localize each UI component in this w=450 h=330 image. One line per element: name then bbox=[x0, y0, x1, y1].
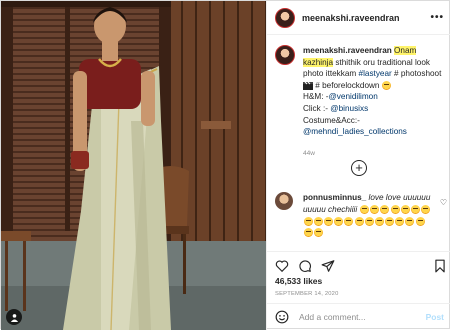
emoji-icon bbox=[323, 216, 333, 226]
emoji-icon bbox=[374, 216, 384, 226]
emoji-icon bbox=[385, 216, 395, 226]
emoji-icon bbox=[421, 204, 431, 214]
emoji-icon bbox=[303, 216, 313, 226]
caption-timestamp[interactable]: 44w bbox=[303, 148, 447, 160]
mention-venidilimon[interactable]: @venidilimon bbox=[328, 92, 377, 101]
hm-label: H&M: - bbox=[303, 92, 329, 102]
emoji-icon bbox=[410, 204, 420, 214]
share-icon[interactable] bbox=[321, 259, 335, 273]
comment-input[interactable]: Add a comment... bbox=[299, 312, 419, 322]
caption-text-3: # beforelockdown bbox=[315, 80, 380, 90]
author-avatar[interactable] bbox=[275, 7, 295, 28]
caption-avatar[interactable] bbox=[275, 45, 295, 65]
more-dots-icon[interactable]: ••• bbox=[430, 12, 444, 23]
clapperboard-icon bbox=[303, 81, 313, 90]
heart-icon[interactable] bbox=[275, 259, 289, 273]
mention-mehndi[interactable]: @mehndi_ladies_collections bbox=[303, 127, 407, 136]
emoji-icon bbox=[344, 216, 354, 226]
comment-body: ponnusminnus_ love love uuuuuuuuuuu chec… bbox=[303, 192, 431, 238]
post-photo[interactable] bbox=[1, 1, 266, 330]
bookmark-icon[interactable] bbox=[433, 259, 447, 273]
user-tag-icon[interactable] bbox=[6, 309, 22, 325]
caption-text-2: # photoshoot bbox=[391, 69, 442, 79]
comment-icon[interactable] bbox=[298, 259, 312, 273]
comment-like-heart-icon[interactable]: ♡ bbox=[440, 198, 447, 207]
caption-username[interactable]: meenakshi.raveendran bbox=[303, 46, 392, 55]
emoji-icon bbox=[364, 216, 374, 226]
post-side-panel: meenakshi.raveendran ••• meenakshi.ravee… bbox=[266, 1, 450, 330]
emoji-icon bbox=[303, 228, 313, 238]
commenter-username[interactable]: ponnusminnus_ bbox=[303, 193, 366, 202]
post-header: meenakshi.raveendran ••• bbox=[267, 1, 450, 35]
plus-circle-icon[interactable]: + bbox=[351, 160, 367, 176]
hashtag-lastyear[interactable]: #lastyear bbox=[359, 69, 392, 78]
emoji-icon bbox=[370, 204, 380, 214]
emoji-icon bbox=[380, 204, 390, 214]
emoji-icon bbox=[334, 216, 344, 226]
post-comment-button[interactable]: Post bbox=[426, 312, 444, 322]
instagram-post-window: meenakshi.raveendran ••• meenakshi.ravee… bbox=[0, 0, 450, 330]
emoji-icon bbox=[390, 204, 400, 214]
post-date: SEPTEMBER 14, 2020 bbox=[275, 291, 339, 297]
photo-illustration bbox=[1, 1, 266, 330]
emoji-icon bbox=[313, 228, 323, 238]
emoji-icon bbox=[395, 216, 405, 226]
commenter-avatar[interactable] bbox=[275, 192, 293, 210]
emoji-icon bbox=[400, 204, 410, 214]
emoji-icon bbox=[405, 216, 415, 226]
emoji-icon bbox=[360, 204, 370, 214]
costume-label: Costume&Acc:- bbox=[303, 115, 360, 125]
add-comment-bar: Add a comment... Post bbox=[267, 303, 450, 330]
click-label: Click :- bbox=[303, 103, 329, 113]
emoji-icon[interactable] bbox=[275, 310, 289, 324]
caption-body: meenakshi.raveendran Onam kazhinja sthit… bbox=[303, 45, 447, 159]
mention-binusixs[interactable]: @binusixs bbox=[330, 104, 368, 113]
emoji-icon bbox=[313, 216, 323, 226]
author-username[interactable]: meenakshi.raveendran bbox=[302, 13, 400, 23]
likes-count[interactable]: 46,533 likes bbox=[275, 276, 322, 286]
comment-item: ponnusminnus_ love love uuuuuuuuuuu chec… bbox=[275, 192, 447, 238]
smile-emoji-icon bbox=[382, 81, 392, 91]
caption: meenakshi.raveendran Onam kazhinja sthit… bbox=[275, 45, 447, 159]
emoji-icon bbox=[415, 216, 425, 226]
emoji-icon bbox=[354, 216, 364, 226]
